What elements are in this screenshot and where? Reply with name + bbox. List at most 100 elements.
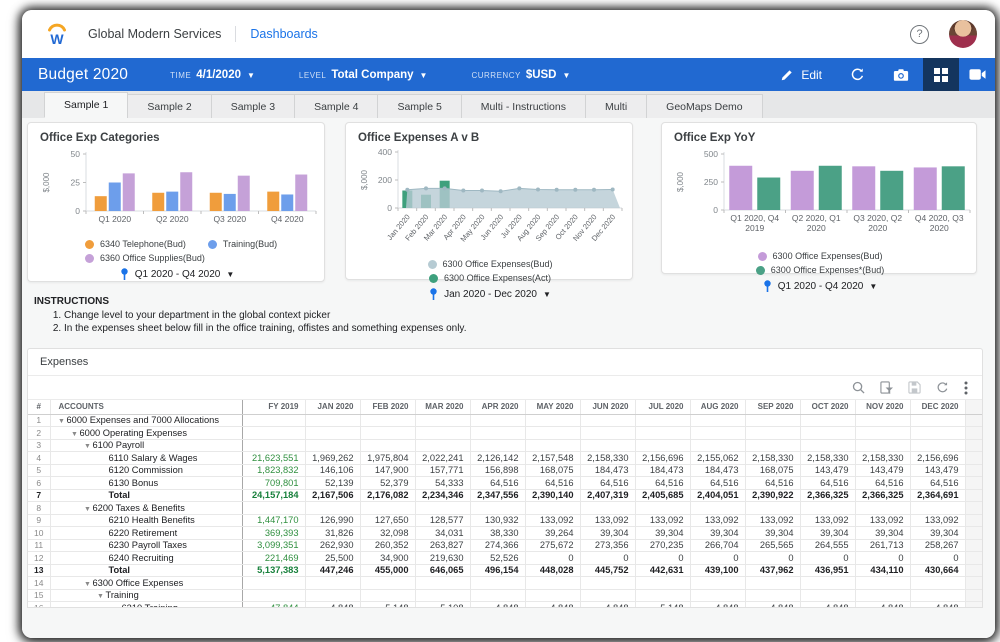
value-cell[interactable]: 5,148: [635, 602, 690, 609]
value-cell[interactable]: 2,158,330: [855, 452, 910, 465]
value-cell[interactable]: [800, 577, 855, 590]
value-cell[interactable]: 133,092: [745, 514, 800, 527]
snapshot-button[interactable]: [879, 58, 923, 91]
value-cell[interactable]: 2,167,506: [305, 489, 360, 502]
value-cell[interactable]: [525, 577, 580, 590]
value-cell[interactable]: 38,330: [470, 527, 525, 540]
value-cell[interactable]: [855, 414, 910, 427]
value-cell[interactable]: [580, 427, 635, 440]
value-cell[interactable]: [525, 414, 580, 427]
value-cell[interactable]: [910, 427, 965, 440]
refresh-sheet-icon[interactable]: [936, 381, 949, 394]
value-cell[interactable]: [242, 427, 305, 440]
value-cell[interactable]: 128,577: [415, 514, 470, 527]
value-cell[interactable]: [305, 427, 360, 440]
value-cell[interactable]: 270,235: [635, 539, 690, 552]
value-cell[interactable]: [415, 589, 470, 602]
value-cell[interactable]: 0: [745, 552, 800, 565]
tab-sample-4[interactable]: Sample 4: [294, 94, 378, 118]
dashboard-view-button[interactable]: [923, 58, 959, 91]
value-cell[interactable]: 2,404,051: [690, 489, 745, 502]
dashboards-link[interactable]: Dashboards: [250, 27, 317, 41]
value-cell[interactable]: 52,526: [470, 552, 525, 565]
value-cell[interactable]: 274,366: [470, 539, 525, 552]
value-cell[interactable]: [800, 427, 855, 440]
value-cell[interactable]: [470, 502, 525, 515]
tab-sample-5[interactable]: Sample 5: [377, 94, 461, 118]
value-cell[interactable]: [745, 577, 800, 590]
value-cell[interactable]: 32,098: [360, 527, 415, 540]
value-cell[interactable]: [305, 502, 360, 515]
value-cell[interactable]: 157,771: [415, 464, 470, 477]
value-cell[interactable]: 2,364,691: [910, 489, 965, 502]
value-cell[interactable]: 64,516: [800, 477, 855, 490]
refresh-button[interactable]: [836, 58, 879, 91]
value-cell[interactable]: 34,900: [360, 552, 415, 565]
value-cell[interactable]: 442,631: [635, 564, 690, 577]
value-cell[interactable]: 2,176,082: [360, 489, 415, 502]
value-cell[interactable]: 2,158,330: [745, 452, 800, 465]
value-cell[interactable]: 184,473: [580, 464, 635, 477]
value-cell[interactable]: 4,848: [525, 602, 580, 609]
context-picker-level[interactable]: LEVELTotal Company▼: [299, 69, 428, 81]
value-cell[interactable]: [470, 577, 525, 590]
value-cell[interactable]: 24,157,184: [242, 489, 305, 502]
value-cell[interactable]: [360, 414, 415, 427]
chart-range-selector[interactable]: Jan 2020 - Dec 2020▼: [358, 288, 622, 301]
value-cell[interactable]: [470, 589, 525, 602]
value-cell[interactable]: [242, 439, 305, 452]
value-cell[interactable]: 2,022,241: [415, 452, 470, 465]
value-cell[interactable]: [855, 577, 910, 590]
value-cell[interactable]: 127,650: [360, 514, 415, 527]
filter-sheet-icon[interactable]: [880, 381, 893, 394]
help-icon[interactable]: ?: [910, 25, 929, 44]
value-cell[interactable]: 4,848: [305, 602, 360, 609]
value-cell[interactable]: 133,092: [690, 514, 745, 527]
value-cell[interactable]: [635, 439, 690, 452]
value-cell[interactable]: 143,479: [855, 464, 910, 477]
value-cell[interactable]: 258,267: [910, 539, 965, 552]
value-cell[interactable]: 221,469: [242, 552, 305, 565]
value-cell[interactable]: 2,347,556: [470, 489, 525, 502]
value-cell[interactable]: 4,848: [745, 602, 800, 609]
tab-sample-2[interactable]: Sample 2: [127, 94, 211, 118]
account-cell[interactable]: 6310 Training: [50, 602, 242, 609]
value-cell[interactable]: [690, 502, 745, 515]
account-cell[interactable]: 6210 Health Benefits: [50, 514, 242, 527]
value-cell[interactable]: 2,158,330: [800, 452, 855, 465]
value-cell[interactable]: 184,473: [690, 464, 745, 477]
value-cell[interactable]: [470, 414, 525, 427]
value-cell[interactable]: 0: [855, 552, 910, 565]
value-cell[interactable]: 0: [690, 552, 745, 565]
value-cell[interactable]: 126,990: [305, 514, 360, 527]
value-cell[interactable]: 168,075: [745, 464, 800, 477]
value-cell[interactable]: [360, 439, 415, 452]
tab-multi[interactable]: Multi: [585, 94, 647, 118]
value-cell[interactable]: [690, 589, 745, 602]
value-cell[interactable]: 39,304: [635, 527, 690, 540]
value-cell[interactable]: [800, 414, 855, 427]
value-cell[interactable]: [635, 414, 690, 427]
value-cell[interactable]: [690, 577, 745, 590]
value-cell[interactable]: [745, 439, 800, 452]
value-cell[interactable]: 64,516: [745, 477, 800, 490]
value-cell[interactable]: 2,155,062: [690, 452, 745, 465]
value-cell[interactable]: 4,848: [910, 602, 965, 609]
value-cell[interactable]: 430,664: [910, 564, 965, 577]
value-cell[interactable]: 436,951: [800, 564, 855, 577]
tab-sample-1[interactable]: Sample 1: [44, 92, 128, 118]
value-cell[interactable]: 4,848: [470, 602, 525, 609]
value-cell[interactable]: [855, 502, 910, 515]
value-cell[interactable]: 445,752: [580, 564, 635, 577]
value-cell[interactable]: 4,848: [580, 602, 635, 609]
value-cell[interactable]: [470, 439, 525, 452]
value-cell[interactable]: 2,366,325: [800, 489, 855, 502]
context-picker-currency[interactable]: CURRENCY$USD▼: [471, 69, 570, 81]
value-cell[interactable]: 439,100: [690, 564, 745, 577]
account-cell[interactable]: 6120 Commission: [50, 464, 242, 477]
value-cell[interactable]: 1,969,262: [305, 452, 360, 465]
value-cell[interactable]: 260,352: [360, 539, 415, 552]
value-cell[interactable]: 25,500: [305, 552, 360, 565]
value-cell[interactable]: [242, 589, 305, 602]
value-cell[interactable]: 275,672: [525, 539, 580, 552]
